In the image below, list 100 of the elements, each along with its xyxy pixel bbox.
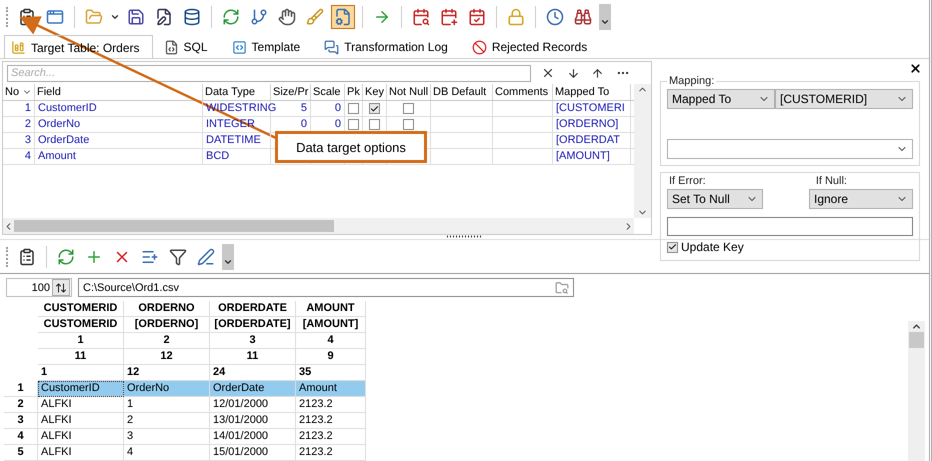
- vertical-scrollbar[interactable]: [908, 321, 925, 461]
- column-header[interactable]: Size/Pr: [273, 86, 308, 98]
- clipboard-icon: [18, 8, 36, 26]
- arrow-up-icon: [591, 66, 604, 80]
- table-cell[interactable]: 13/01/2000: [210, 413, 296, 429]
- header-cell: ORDERDATE: [210, 301, 296, 317]
- table-cell: 2: [24, 117, 31, 132]
- table-cell: OrderDate: [38, 133, 90, 148]
- table-cell[interactable]: 2123.2: [296, 413, 366, 429]
- lock-icon: [507, 8, 525, 26]
- table-row[interactable]: 2 ALFKI 1 12/01/2000 2123.2: [4, 397, 366, 413]
- column-header[interactable]: Not Null: [389, 86, 428, 98]
- spin-button[interactable]: [52, 279, 70, 296]
- table-cell[interactable]: 12/01/2000: [210, 397, 296, 413]
- tab[interactable]: Transformation Log: [317, 35, 461, 58]
- search-field[interactable]: Search...: [7, 64, 531, 82]
- calendar-icon: [468, 8, 486, 26]
- table-cell[interactable]: 3: [124, 429, 210, 445]
- table-row[interactable]: 5 ALFKI 4 15/01/2000 2123.2: [4, 445, 366, 461]
- up-down-arrows-icon: [55, 282, 67, 294]
- checkbox[interactable]: [369, 103, 380, 114]
- tab[interactable]: Template: [224, 35, 314, 58]
- table-cell[interactable]: OrderDate: [210, 381, 296, 397]
- table-cell: [ORDERNO]: [556, 117, 618, 132]
- column-header[interactable]: Mapped To: [555, 86, 610, 98]
- group-label: If Null:: [816, 175, 847, 187]
- table-cell[interactable]: 14/01/2000: [210, 429, 296, 445]
- checkbox[interactable]: [348, 103, 359, 114]
- table-cell[interactable]: ALFKI: [38, 397, 124, 413]
- header-cell: 3: [210, 333, 296, 349]
- window-icon: [46, 8, 64, 26]
- table-cell[interactable]: ALFKI: [38, 445, 124, 461]
- record-count-field[interactable]: 100: [6, 278, 72, 297]
- close-icon: [909, 62, 922, 75]
- column-header[interactable]: No: [5, 86, 20, 98]
- table-cell[interactable]: ALFKI: [38, 413, 124, 429]
- rejected-icon: [472, 40, 487, 54]
- splitter-grip-icon[interactable]: [446, 235, 482, 238]
- table-cell[interactable]: OrderNo: [124, 381, 210, 397]
- table-cell[interactable]: 4: [124, 445, 210, 461]
- column-header[interactable]: Scale: [313, 86, 341, 98]
- if-null-select[interactable]: Ignore: [809, 189, 913, 209]
- mapping-type-select[interactable]: Mapped To: [667, 89, 775, 109]
- table-cell: 0: [334, 117, 341, 132]
- pen-icon: [197, 248, 215, 266]
- checkbox-label: Update Key: [681, 240, 744, 254]
- table-cell[interactable]: 2123.2: [296, 445, 366, 461]
- input-field[interactable]: [667, 217, 913, 236]
- checkbox[interactable]: [369, 119, 380, 130]
- column-header[interactable]: Data Type: [205, 86, 255, 98]
- table-row[interactable]: 1 CustomerID OrderNo OrderDate Amount: [4, 381, 366, 397]
- header-cell: AMOUNT: [296, 301, 366, 317]
- table-cell[interactable]: 2123.2: [296, 397, 366, 413]
- table-row[interactable]: 3 ALFKI 2 13/01/2000 2123.2: [4, 413, 366, 429]
- close-button[interactable]: [909, 62, 922, 75]
- column-header[interactable]: Comments: [495, 86, 548, 98]
- checkbox[interactable]: [403, 103, 414, 114]
- table-cell[interactable]: 1: [124, 397, 210, 413]
- row-number: 1: [4, 381, 38, 397]
- table-cell[interactable]: 15/01/2000: [210, 445, 296, 461]
- column-header[interactable]: Key: [365, 86, 384, 98]
- if-error-select[interactable]: Set To Null: [667, 189, 763, 209]
- mapped-field-select[interactable]: [CUSTOMERID]: [775, 89, 913, 109]
- calendar-icon: [412, 8, 430, 26]
- filter-icon: [169, 248, 187, 266]
- brush-icon: [306, 8, 324, 26]
- messages-icon: [324, 40, 340, 54]
- table-cell: CustomerID: [38, 101, 97, 116]
- table-cell: [AMOUNT]: [556, 149, 610, 164]
- column-header[interactable]: DB Default: [433, 86, 486, 98]
- checkbox[interactable]: [667, 242, 678, 252]
- browse-icon[interactable]: [555, 280, 569, 294]
- table-cell: DATETIME: [206, 133, 261, 148]
- header-cell: 12: [124, 349, 210, 365]
- tab[interactable]: SQL: [156, 35, 221, 58]
- table-cell[interactable]: 2123.2: [296, 429, 366, 445]
- sql-file-icon: [164, 40, 178, 54]
- table-cell[interactable]: ALFKI: [38, 429, 124, 445]
- table-cell: 0: [300, 117, 307, 132]
- overflow-button[interactable]: [599, 4, 611, 30]
- table-cell[interactable]: Amount: [296, 381, 366, 397]
- group-label: If Error:: [668, 175, 707, 187]
- tree-icon: [250, 8, 268, 26]
- table-cell[interactable]: CustomerID: [38, 381, 124, 397]
- scroll-thumb[interactable]: [909, 332, 924, 348]
- overflow-button[interactable]: [222, 244, 234, 270]
- horizontal-scrollbar[interactable]: [3, 218, 634, 234]
- table-cell[interactable]: 2: [124, 413, 210, 429]
- tab[interactable]: Rejected Records: [464, 35, 600, 58]
- checkbox[interactable]: [403, 119, 414, 130]
- column-header[interactable]: Pk: [347, 86, 360, 98]
- row-number: 2: [4, 397, 38, 413]
- file-path-field[interactable]: C:\Source\Ord1.csv: [78, 278, 574, 297]
- group-label: Mapping:: [668, 75, 716, 87]
- checkbox[interactable]: [348, 119, 359, 130]
- vertical-scrollbar[interactable]: [634, 84, 651, 218]
- refresh-icon: [57, 248, 75, 266]
- column-header[interactable]: Field: [37, 86, 61, 98]
- table-row[interactable]: 4 ALFKI 3 14/01/2000 2123.2: [4, 429, 366, 445]
- table-cell: 3: [24, 133, 31, 148]
